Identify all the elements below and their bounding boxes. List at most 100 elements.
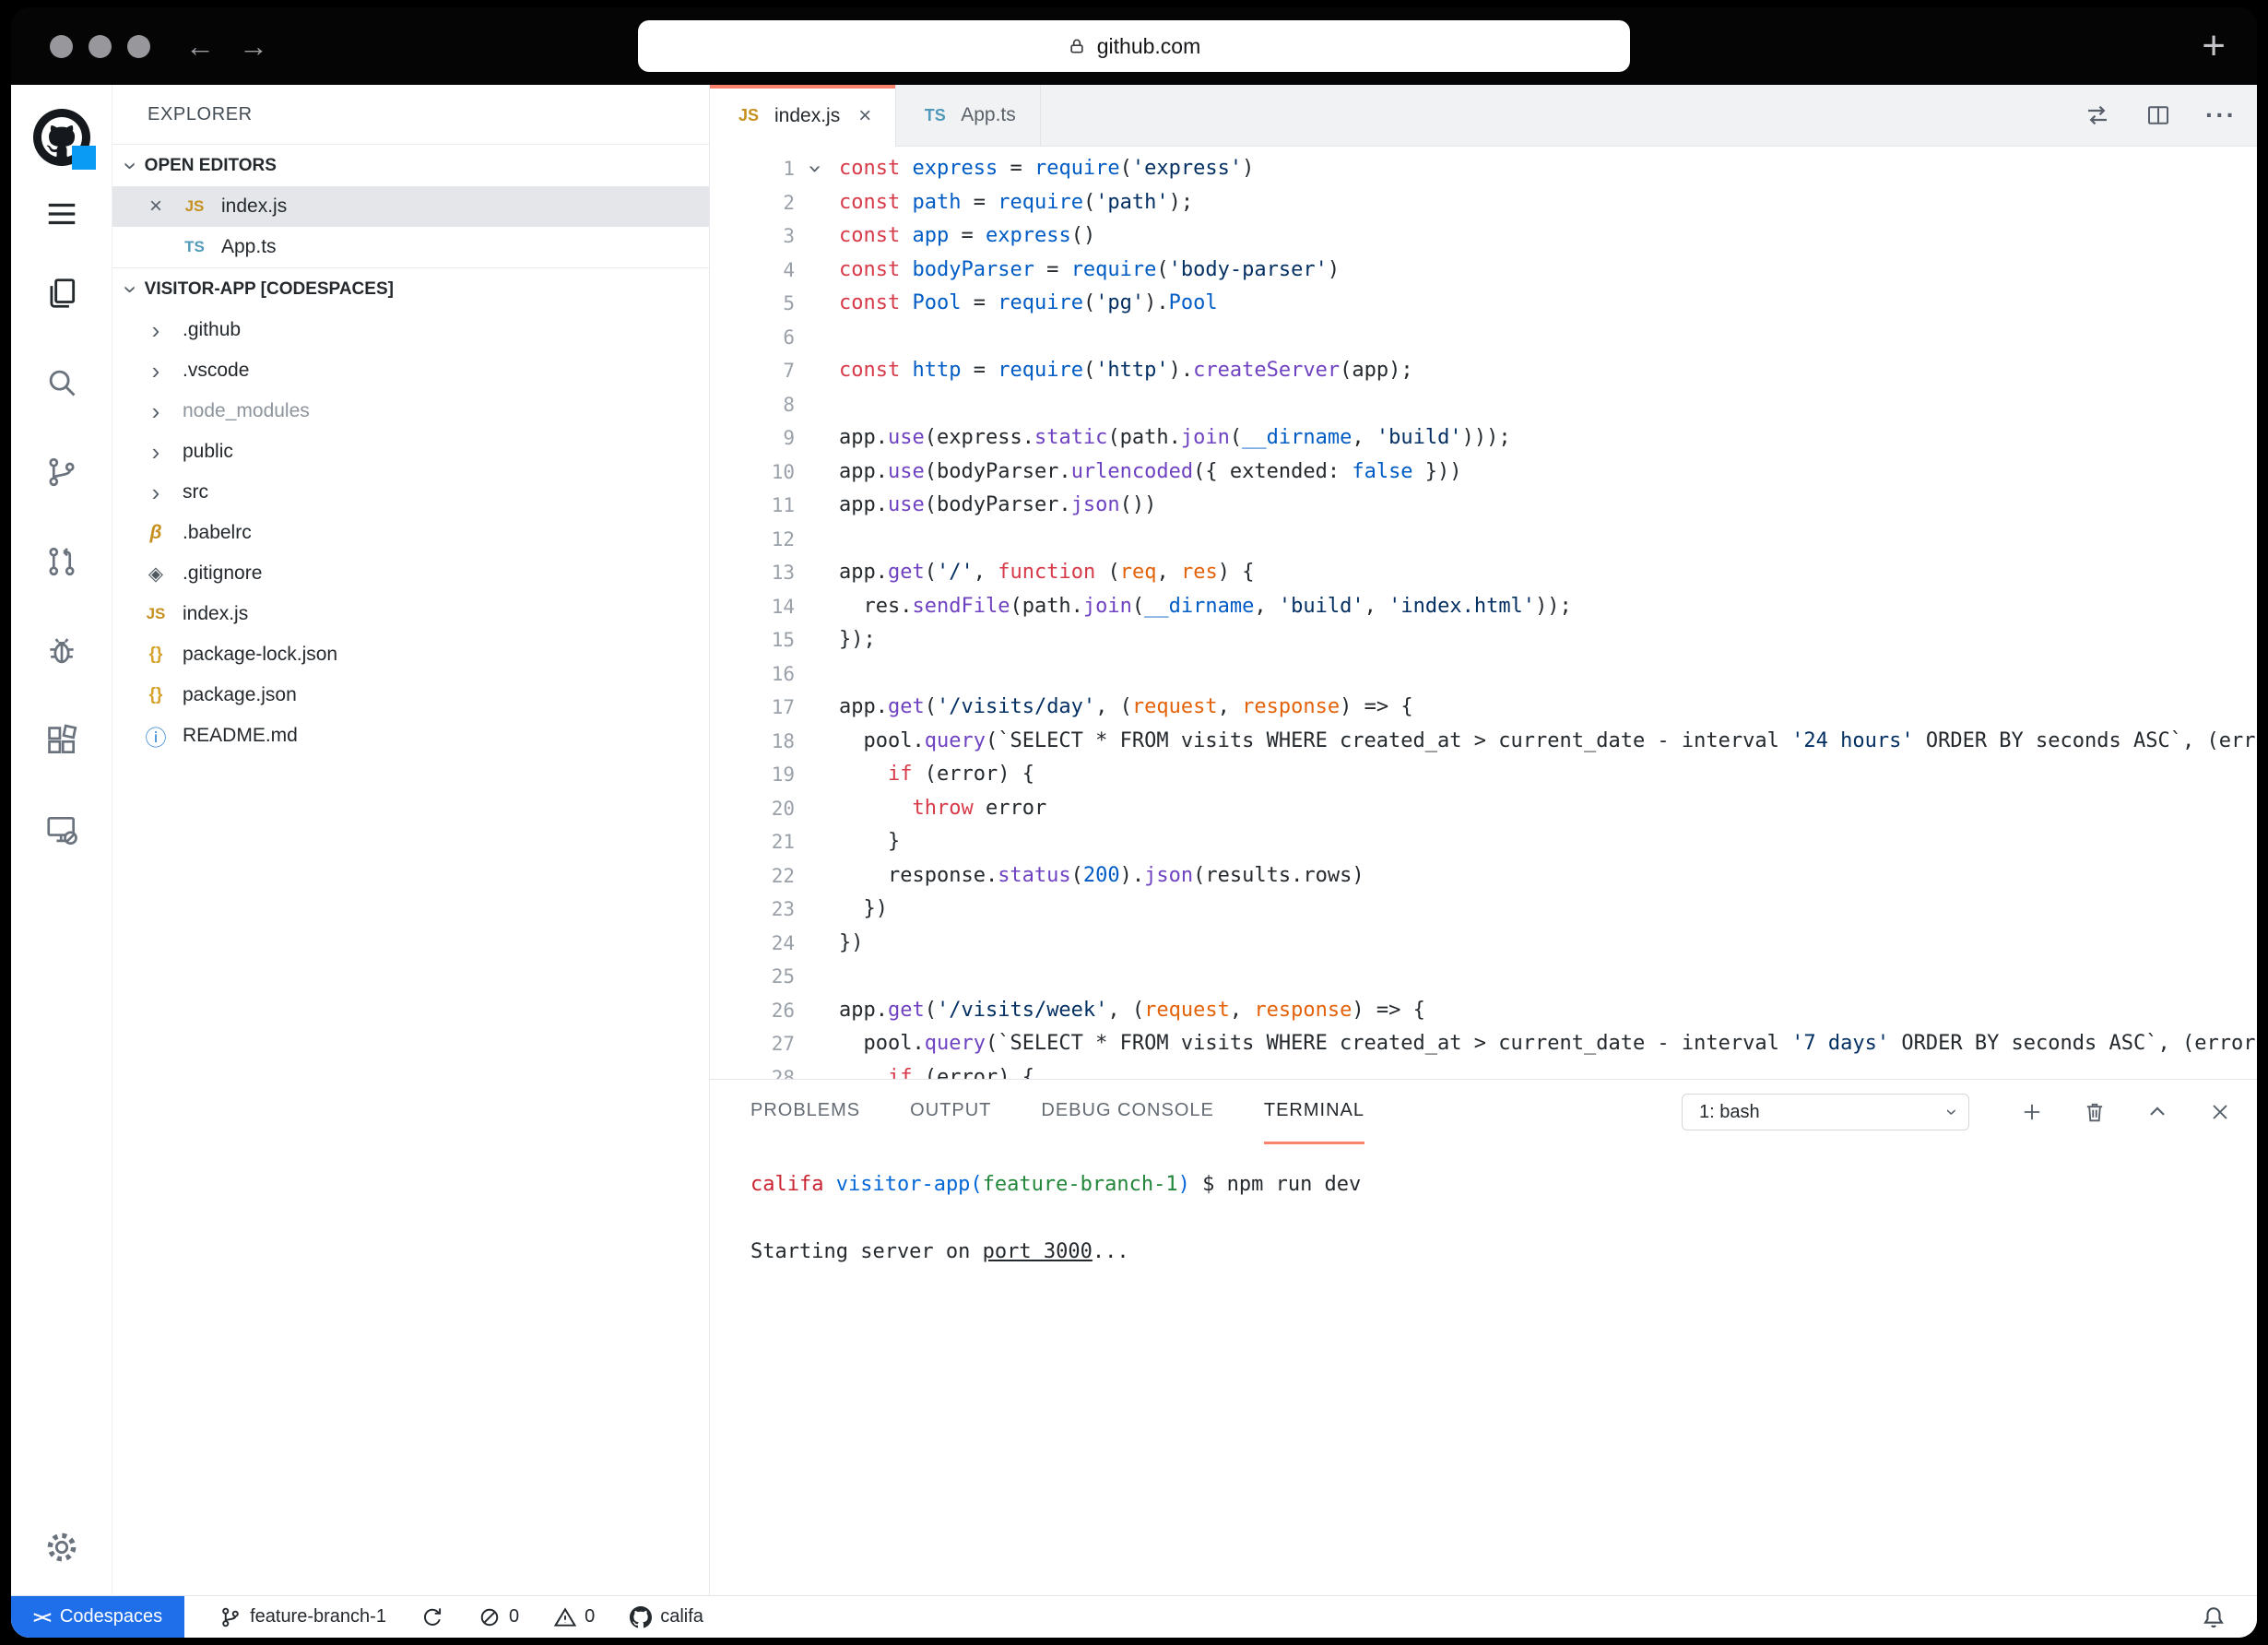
file-item[interactable]: ⓘREADME.md bbox=[112, 716, 709, 756]
code-line: if (error) { bbox=[839, 758, 2257, 792]
editor-tab[interactable]: TSApp.ts bbox=[896, 85, 1041, 146]
javascript-file-icon: JS bbox=[179, 197, 210, 216]
remote-explorer-icon[interactable] bbox=[11, 811, 112, 848]
file-item[interactable]: {}package-lock.json bbox=[112, 634, 709, 675]
error-icon bbox=[478, 1606, 501, 1628]
folder-item[interactable]: ›src bbox=[112, 472, 709, 513]
new-terminal-icon[interactable] bbox=[2019, 1099, 2045, 1125]
open-editors-list: ×JSindex.jsTSApp.ts bbox=[112, 186, 709, 267]
close-tab-icon[interactable]: × bbox=[858, 103, 871, 129]
line-number: 9 bbox=[710, 421, 839, 456]
activity-bar bbox=[11, 85, 112, 1595]
code-line: app.use(bodyParser.urlencoded({ extended… bbox=[839, 456, 2257, 490]
sidebar-title: EXPLORER bbox=[112, 85, 709, 144]
line-numbers: 1234567891011121314151617181920212223242… bbox=[710, 147, 839, 1079]
line-number: 21 bbox=[710, 825, 839, 859]
folder-item[interactable]: ›node_modules bbox=[112, 391, 709, 432]
explorer-icon[interactable] bbox=[11, 275, 112, 312]
remote-icon: >< bbox=[33, 1607, 49, 1627]
line-number: 26 bbox=[710, 994, 839, 1028]
panel-tab-problems[interactable]: PROBLEMS bbox=[750, 1080, 860, 1144]
file-item[interactable]: ◈.gitignore bbox=[112, 553, 709, 594]
folder-item[interactable]: ›.github bbox=[112, 310, 709, 350]
maximize-panel-icon[interactable] bbox=[2144, 1099, 2170, 1125]
fold-chevron-icon[interactable]: › bbox=[803, 161, 827, 176]
panel-tabs: PROBLEMS OUTPUT DEBUG CONSOLE TERMINAL bbox=[750, 1080, 1414, 1144]
codespaces-badge[interactable]: >< Codespaces bbox=[11, 1596, 184, 1638]
terminal-prompt-line: califa visitor-app(feature-branch-1) $ n… bbox=[750, 1168, 2257, 1202]
file-label: .gitignore bbox=[183, 562, 262, 585]
line-number: 4 bbox=[710, 254, 839, 288]
minimize-window-button[interactable] bbox=[89, 35, 112, 58]
window-controls bbox=[50, 35, 150, 58]
code-line: response.status(200).json(results.rows) bbox=[839, 859, 2257, 894]
chevron-right-icon: › bbox=[140, 480, 171, 504]
code-line: const http = require('http').createServe… bbox=[839, 354, 2257, 388]
branch-indicator[interactable]: feature-branch-1 bbox=[219, 1606, 386, 1628]
line-number: 10 bbox=[710, 456, 839, 490]
new-tab-button[interactable]: + bbox=[2202, 26, 2226, 66]
code-line: } bbox=[839, 825, 2257, 859]
code-line: pool.query(`SELECT * FROM visits WHERE c… bbox=[839, 725, 2257, 759]
close-panel-icon[interactable] bbox=[2207, 1099, 2233, 1125]
file-item[interactable]: {}package.json bbox=[112, 675, 709, 716]
terminal-output-text: Starting server on bbox=[750, 1240, 983, 1263]
line-number: 7 bbox=[710, 354, 839, 388]
chevron-right-icon: › bbox=[140, 440, 171, 464]
errors-indicator[interactable]: 0 bbox=[478, 1606, 519, 1628]
github-account[interactable]: califa bbox=[630, 1606, 703, 1628]
source-control-icon[interactable] bbox=[11, 454, 112, 491]
code-line: app.get('/visits/week', (request, respon… bbox=[839, 994, 2257, 1028]
chevron-right-icon: › bbox=[140, 318, 171, 342]
back-button[interactable]: ← bbox=[185, 30, 215, 64]
address-bar[interactable]: github.com bbox=[638, 20, 1630, 72]
warnings-indicator[interactable]: 0 bbox=[554, 1606, 595, 1628]
code-line: app.use(bodyParser.json()) bbox=[839, 489, 2257, 523]
panel-tab-terminal[interactable]: TERMINAL bbox=[1264, 1080, 1364, 1144]
code-line bbox=[839, 388, 2257, 422]
code-editor[interactable]: 1234567891011121314151617181920212223242… bbox=[710, 147, 2257, 1079]
compare-changes-icon[interactable] bbox=[2084, 101, 2111, 129]
readme-info-icon: ⓘ bbox=[140, 720, 171, 751]
json-file-icon: {} bbox=[140, 645, 171, 665]
port-link[interactable]: port 3000 bbox=[983, 1240, 1093, 1263]
file-item[interactable]: JSindex.js bbox=[112, 594, 709, 634]
debug-icon[interactable] bbox=[11, 633, 112, 669]
menu-icon[interactable] bbox=[11, 195, 112, 232]
pull-request-icon[interactable] bbox=[11, 543, 112, 580]
code-line bbox=[839, 523, 2257, 557]
line-number: 2 bbox=[710, 186, 839, 220]
zoom-window-button[interactable] bbox=[127, 35, 150, 58]
open-editor-item[interactable]: ×JSindex.js bbox=[112, 186, 709, 227]
panel-tab-debug-console[interactable]: DEBUG CONSOLE bbox=[1041, 1080, 1213, 1144]
babel-config-icon: β bbox=[140, 522, 171, 544]
terminal-content[interactable]: califa visitor-app(feature-branch-1) $ n… bbox=[710, 1144, 2257, 1595]
folder-item[interactable]: ›.vscode bbox=[112, 350, 709, 391]
line-number: 13 bbox=[710, 556, 839, 590]
settings-gear-icon[interactable] bbox=[11, 1529, 112, 1566]
open-editor-item[interactable]: TSApp.ts bbox=[112, 227, 709, 267]
github-avatar[interactable] bbox=[33, 109, 90, 166]
open-editors-header[interactable]: › OPEN EDITORS bbox=[112, 144, 709, 186]
terminal-shell-select[interactable]: 1: bash › bbox=[1682, 1094, 1969, 1130]
editor-tab-bar: JSindex.js×TSApp.ts ··· bbox=[710, 85, 2257, 147]
extensions-icon[interactable] bbox=[11, 722, 112, 759]
warning-count: 0 bbox=[585, 1606, 595, 1627]
more-actions-icon[interactable]: ··· bbox=[2205, 101, 2237, 130]
close-window-button[interactable] bbox=[50, 35, 73, 58]
file-item[interactable]: β.babelrc bbox=[112, 513, 709, 553]
line-number: 22 bbox=[710, 859, 839, 894]
editor-tab[interactable]: JSindex.js× bbox=[710, 85, 896, 147]
folder-item[interactable]: ›public bbox=[112, 432, 709, 472]
sync-button[interactable] bbox=[421, 1606, 443, 1628]
line-number: 28 bbox=[710, 1061, 839, 1080]
split-editor-icon[interactable] bbox=[2144, 101, 2172, 129]
code-line bbox=[839, 657, 2257, 692]
search-icon[interactable] bbox=[11, 364, 112, 401]
close-editor-icon[interactable]: × bbox=[144, 194, 168, 219]
forward-button[interactable]: → bbox=[239, 30, 268, 64]
kill-terminal-trash-icon[interactable] bbox=[2082, 1099, 2108, 1125]
project-header[interactable]: › VISITOR-APP [CODESPACES] bbox=[112, 267, 709, 310]
notifications-bell-icon[interactable] bbox=[2202, 1605, 2226, 1629]
panel-tab-output[interactable]: OUTPUT bbox=[910, 1080, 991, 1144]
